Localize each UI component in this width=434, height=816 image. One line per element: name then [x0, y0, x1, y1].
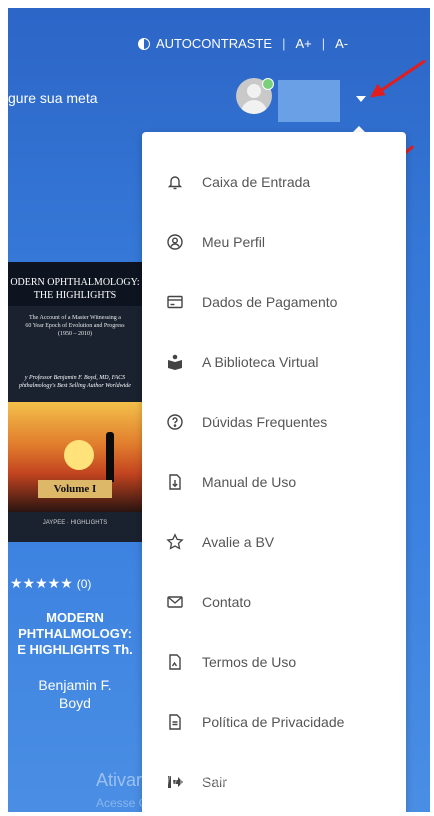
- menu-item-label: A Biblioteca Virtual: [202, 354, 319, 370]
- book-cover-volume: Volume I: [38, 480, 112, 498]
- avatar-body: [241, 100, 267, 114]
- book-cover-author: y Professor Benjamin F. Boyd, MD, FACS p…: [19, 375, 131, 389]
- menu-item-label: Avalie a BV: [202, 534, 275, 550]
- font-decrease-button[interactable]: A-: [335, 36, 348, 51]
- menu-item-label: Caixa de Entrada: [202, 174, 311, 190]
- book-cover-silhouette: [106, 432, 114, 482]
- menu-item-dados-de-pagamento[interactable]: Dados de Pagamento: [142, 280, 406, 324]
- book-author: Benjamin F. Boyd: [38, 677, 112, 711]
- menu-item-label: Dúvidas Frequentes: [202, 414, 328, 430]
- screenshot-border: [430, 0, 434, 816]
- rating: ★★★★★ (0): [10, 575, 91, 592]
- screenshot-border: [0, 0, 434, 8]
- chevron-down-icon[interactable]: [356, 96, 366, 102]
- username-redacted[interactable]: [278, 80, 340, 122]
- question-circle-icon: [166, 413, 184, 431]
- menu-item-termos-de-uso[interactable]: Termos de Uso: [142, 640, 406, 684]
- book-cover-sun: [64, 440, 94, 470]
- document-icon: [166, 653, 184, 671]
- file-text-icon: [166, 713, 184, 731]
- menu-item-meu-perfil[interactable]: Meu Perfil: [142, 220, 406, 264]
- download-file-icon: [166, 473, 184, 491]
- rating-stars[interactable]: ★★★★★: [10, 575, 73, 592]
- menu-item-label: Dados de Pagamento: [202, 294, 338, 310]
- autocontrast-button[interactable]: AUTOCONTRASTE: [156, 36, 272, 51]
- bell-icon: [166, 173, 184, 191]
- menu-item-label: Meu Perfil: [202, 234, 266, 250]
- book-cover-title: ODERN OPHTHALMOLOGY: THE HIGHLIGHTS: [8, 262, 142, 306]
- divider: |: [321, 36, 326, 51]
- windows-watermark-title: Ativar o Windows: [96, 770, 236, 790]
- menu-item-contato[interactable]: Contato: [142, 580, 406, 624]
- screenshot-border: [0, 812, 434, 816]
- book-cover-subtitle: The Account of a Master Witnessing a 60 …: [25, 315, 125, 337]
- envelope-icon: [166, 593, 184, 611]
- menu-item-label: Política de Privacidade: [202, 714, 345, 730]
- contrast-icon[interactable]: [138, 37, 150, 50]
- font-increase-button[interactable]: A+: [295, 36, 311, 51]
- online-status-dot: [262, 78, 274, 90]
- avatar-head: [247, 84, 261, 98]
- reader-icon: [166, 353, 184, 371]
- goal-link[interactable]: gure sua meta: [8, 90, 98, 106]
- menu-item-biblioteca-virtual[interactable]: A Biblioteca Virtual: [142, 340, 406, 384]
- menu-item-politica-de-privacidade[interactable]: Política de Privacidade: [142, 700, 406, 744]
- accessibility-bar: AUTOCONTRASTE | A+ | A-: [138, 36, 348, 51]
- credit-card-icon: [166, 293, 184, 311]
- rating-count: (0): [76, 576, 92, 591]
- star-outline-icon: [166, 533, 184, 551]
- menu-item-manual-de-uso[interactable]: Manual de Uso: [142, 460, 406, 504]
- menu-item-avalie-a-bv[interactable]: Avalie a BV: [142, 520, 406, 564]
- windows-watermark-subtitle: Acesse Configurações para ativar o Windo…: [96, 796, 339, 810]
- menu-item-caixa-de-entrada[interactable]: Caixa de Entrada: [142, 160, 406, 204]
- book-title[interactable]: MODERN PHTHALMOLOGY: E HIGHLIGHTS Th.: [8, 610, 142, 658]
- screenshot-border: [0, 0, 8, 816]
- menu-item-label: Termos de Uso: [202, 654, 297, 670]
- divider: |: [282, 36, 286, 51]
- user-circle-icon: [166, 233, 184, 251]
- book-cover-publisher: JAYPEE · HIGHLIGHTS: [42, 520, 108, 526]
- user-dropdown-menu: Caixa de Entrada Meu Perfil Dados de Pag…: [142, 132, 406, 816]
- menu-item-label: Manual de Uso: [202, 474, 297, 490]
- book-cover[interactable]: ODERN OPHTHALMOLOGY: THE HIGHLIGHTS The …: [8, 262, 142, 542]
- menu-item-label: Contato: [202, 594, 252, 610]
- menu-item-duvidas-frequentes[interactable]: Dúvidas Frequentes: [142, 400, 406, 444]
